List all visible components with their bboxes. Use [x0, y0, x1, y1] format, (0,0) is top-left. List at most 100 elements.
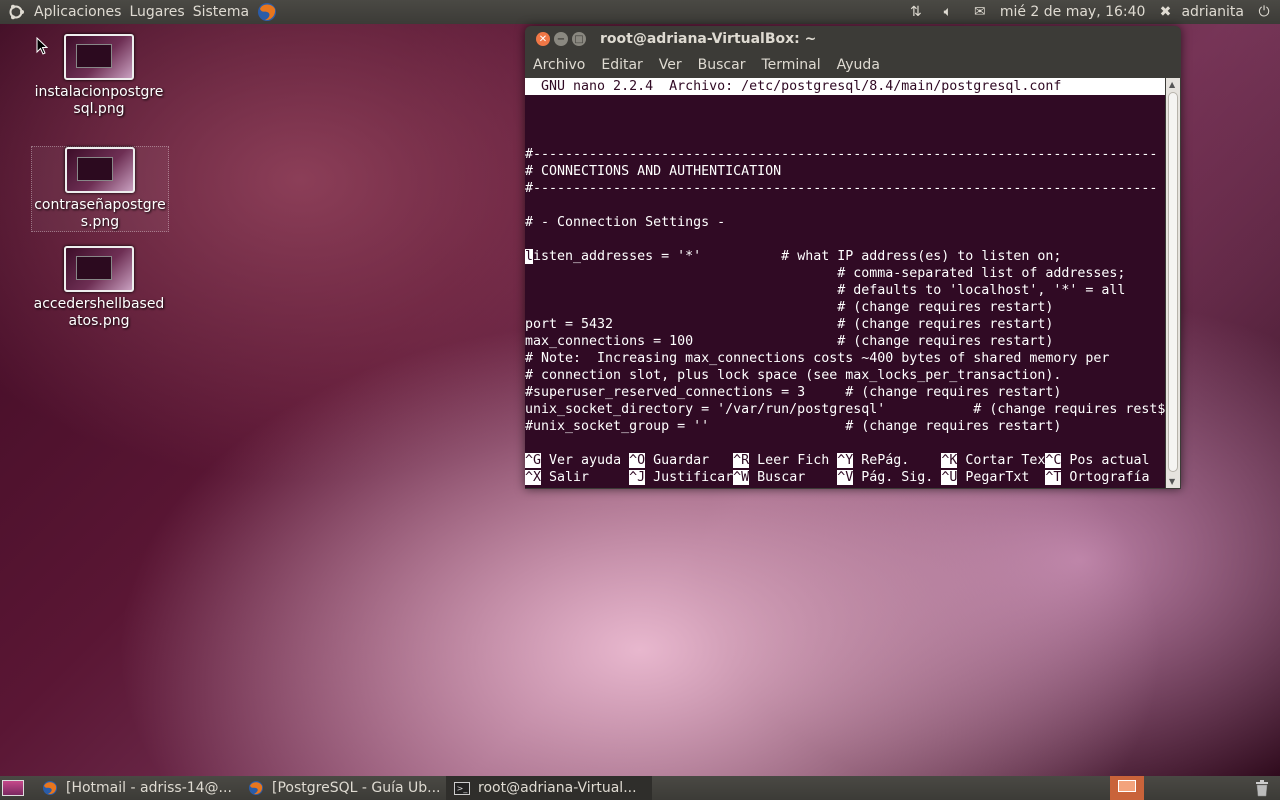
terminal-window[interactable]: ✕ − □ root@adriana-VirtualBox: ~ Archivo…	[525, 26, 1181, 489]
image-thumbnail-icon	[64, 246, 134, 292]
workspace-switcher[interactable]	[1110, 776, 1144, 800]
clock[interactable]: mié 2 de may, 16:40	[996, 0, 1150, 24]
image-thumbnail-icon	[65, 147, 135, 193]
shortcut-key: ^X	[525, 470, 542, 485]
power-icon[interactable]: ⏻	[1254, 2, 1274, 22]
nano-shortcuts-row-2: ^X Salir ^J Justificar^W Buscar ^V Pág. …	[525, 469, 1165, 486]
editor-line: port = 5432 # (change requires restart)	[525, 317, 1054, 332]
desktop-icon-contrasena[interactable]: contraseñapostgres.png	[31, 146, 169, 232]
trash-icon[interactable]	[1254, 779, 1270, 797]
shortcut-label: Ver ayuda	[541, 453, 630, 468]
mail-icon[interactable]: ✉	[970, 2, 990, 22]
editor-line: # - Connection Settings -	[525, 215, 726, 230]
editor-line: #superuser_reserved_connections = 3 # (c…	[525, 385, 1062, 400]
scroll-down-arrow-icon[interactable]: ▼	[1169, 477, 1175, 486]
menu-lugares[interactable]: Lugares	[125, 0, 188, 24]
shortcut-label: Cortar Tex	[957, 453, 1046, 468]
shortcut-label: Pos actual	[1061, 453, 1150, 468]
menu-ver[interactable]: Ver	[651, 57, 690, 73]
editor-line: unix_socket_directory = '/var/run/postgr…	[525, 402, 1165, 417]
user-name[interactable]: adrianita	[1177, 0, 1248, 24]
shortcut-label: Guardar	[645, 453, 734, 468]
editor-line-text: isten_addresses = '*' # what IP address(…	[533, 249, 1062, 264]
terminal-menubar: Archivo Editar Ver Buscar Terminal Ayuda	[525, 52, 1181, 78]
maximize-window-button[interactable]: □	[572, 32, 586, 46]
desktop-icon-label: accedershellbasedatos.png	[33, 296, 165, 329]
firefox-icon	[249, 781, 263, 795]
shortcut-label: PegarTxt	[957, 470, 1046, 485]
editor-line: max_connections = 100 # (change requires…	[525, 334, 1054, 349]
menu-archivo[interactable]: Archivo	[525, 57, 593, 73]
shortcut-key: ^W	[733, 470, 750, 485]
show-desktop-button[interactable]	[2, 780, 24, 796]
bottom-panel: [Hotmail - adriss-14@... [PostgreSQL - G…	[0, 776, 1280, 800]
shortcut-key: ^C	[1045, 453, 1062, 468]
shortcut-key: ^J	[629, 470, 646, 485]
firefox-launcher-icon[interactable]	[257, 2, 277, 22]
editor-line: #---------------------------------------…	[525, 147, 1158, 162]
window-titlebar[interactable]: ✕ − □ root@adriana-VirtualBox: ~	[525, 26, 1181, 52]
desktop-icon-label: contraseñapostgres.png	[34, 197, 166, 230]
shortcut-key: ^O	[629, 453, 646, 468]
scroll-up-arrow-icon[interactable]: ▲	[1169, 80, 1175, 89]
ubuntu-logo-icon[interactable]	[6, 2, 26, 22]
taskbar-item-terminal[interactable]: >_ root@adriana-Virtual...	[446, 776, 652, 800]
nano-header: GNU nano 2.2.4 Archivo: /etc/postgresql/…	[525, 78, 1165, 95]
desktop-icon-instalacion[interactable]: instalacionpostgresql.png	[31, 34, 167, 118]
terminal-text-area[interactable]: GNU nano 2.2.4 Archivo: /etc/postgresql/…	[525, 78, 1165, 488]
shortcut-label: RePág.	[853, 453, 942, 468]
window-title: root@adriana-VirtualBox: ~	[600, 31, 817, 47]
firefox-icon	[43, 781, 57, 795]
desktop-icon-label: instalacionpostgresql.png	[34, 84, 164, 117]
shortcut-key: ^T	[1045, 470, 1062, 485]
taskbar-item-label: [Hotmail - adriss-14@...	[66, 780, 232, 796]
editor-line: # defaults to 'localhost', '*' = all	[525, 283, 1126, 298]
top-panel: Aplicaciones Lugares Sistema ⇅ 🔈︎ ✉ mié …	[0, 0, 1280, 24]
taskbar-item-hotmail[interactable]: [Hotmail - adriss-14@...	[34, 776, 240, 800]
terminal-scrollbar[interactable]: ▲ ▼	[1166, 78, 1180, 488]
minimize-window-button[interactable]: −	[554, 32, 568, 46]
shortcut-label: Justificar	[645, 470, 734, 485]
mouse-pointer-icon	[36, 37, 48, 55]
editor-line: # comma-separated list of addresses;	[525, 266, 1126, 281]
shortcut-key: ^V	[837, 470, 854, 485]
menu-terminal[interactable]: Terminal	[753, 57, 828, 73]
scrollbar-thumb[interactable]	[1168, 92, 1178, 472]
shortcut-label: Pág. Sig.	[853, 470, 942, 485]
shortcut-label: Leer Fich	[749, 453, 838, 468]
editor-line: #---------------------------------------…	[525, 181, 1158, 196]
desktop-icon-accedershell[interactable]: accedershellbasedatos.png	[31, 246, 167, 330]
menu-aplicaciones[interactable]: Aplicaciones	[30, 0, 125, 24]
menu-editar[interactable]: Editar	[593, 57, 650, 73]
editor-line: # Note: Increasing max_connections costs…	[525, 351, 1110, 366]
menu-ayuda[interactable]: Ayuda	[829, 57, 888, 73]
editor-line: #unix_socket_group = '' # (change requir…	[525, 419, 1062, 434]
taskbar-item-label: root@adriana-Virtual...	[478, 780, 637, 796]
taskbar-item-postgresql-guide[interactable]: [PostgreSQL - Guía Ub...	[240, 776, 446, 800]
text-cursor: l	[525, 249, 534, 264]
network-arrows-icon[interactable]: ⇅	[906, 2, 926, 22]
editor-line: # (change requires restart)	[525, 300, 1054, 315]
volume-icon[interactable]: 🔈︎	[938, 2, 958, 22]
shortcut-key: ^K	[941, 453, 958, 468]
menu-buscar[interactable]: Buscar	[690, 57, 754, 73]
shortcut-label: Buscar	[749, 470, 838, 485]
shortcut-key: ^G	[525, 453, 542, 468]
user-status-icon[interactable]: ✖	[1155, 2, 1175, 22]
terminal-icon: >_	[454, 781, 470, 795]
taskbar-item-label: [PostgreSQL - Guía Ub...	[272, 780, 441, 796]
shortcut-key: ^R	[733, 453, 750, 468]
editor-line: # CONNECTIONS AND AUTHENTICATION	[525, 164, 782, 179]
nano-shortcuts-row-1: ^G Ver ayuda ^O Guardar ^R Leer Fich ^Y …	[525, 452, 1165, 469]
image-thumbnail-icon	[64, 34, 134, 80]
close-window-button[interactable]: ✕	[536, 32, 550, 46]
shortcut-key: ^Y	[837, 453, 854, 468]
shortcut-key: ^U	[941, 470, 958, 485]
menu-sistema[interactable]: Sistema	[189, 0, 253, 24]
